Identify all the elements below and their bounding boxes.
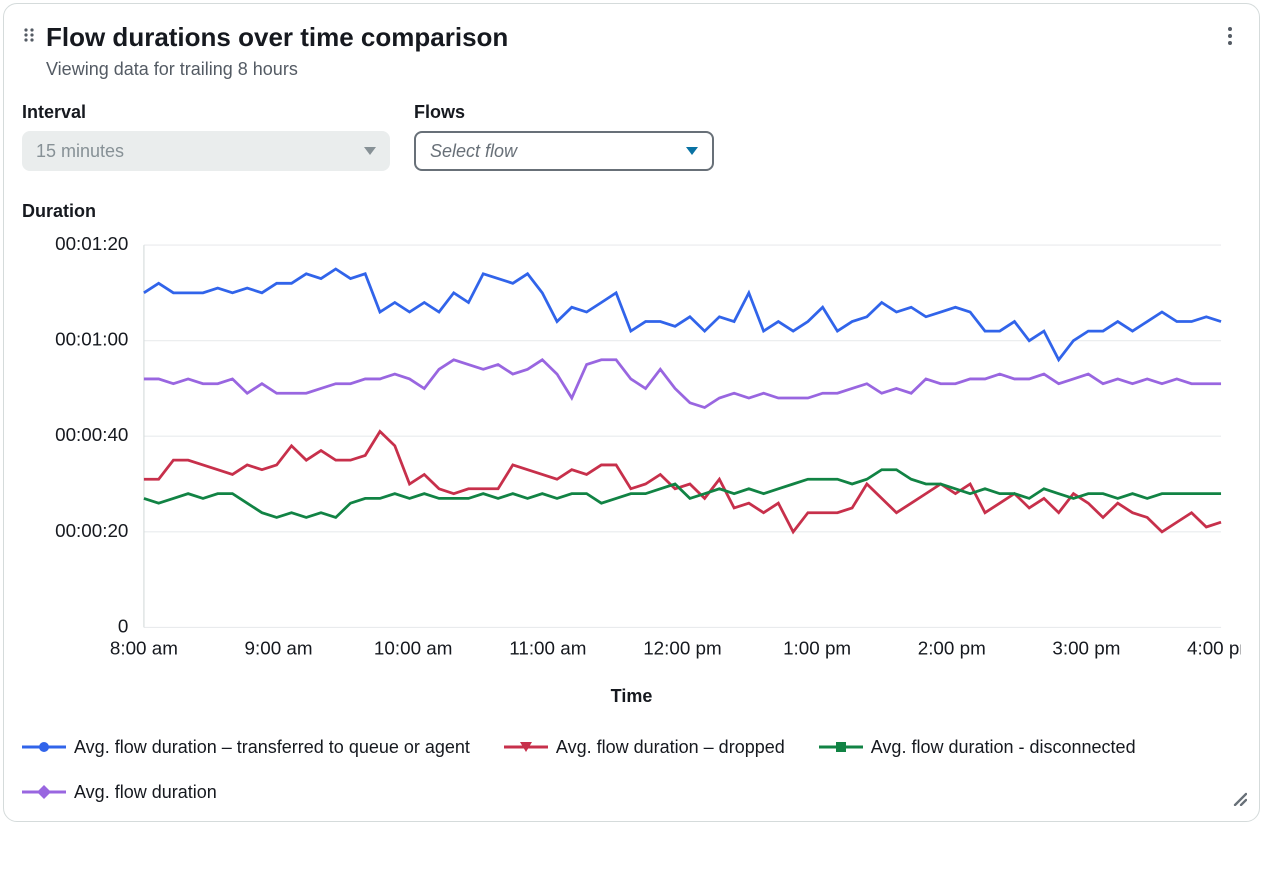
x-axis-title: Time [22, 686, 1241, 707]
svg-text:10:00 am: 10:00 am [374, 637, 453, 658]
legend-label: Avg. flow duration – transferred to queu… [74, 737, 470, 758]
circle-marker-icon [22, 739, 66, 755]
triangle-down-marker-icon [504, 739, 548, 755]
svg-text:00:01:20: 00:01:20 [55, 234, 128, 254]
flows-select[interactable]: Select flow [414, 131, 714, 171]
controls-row: Interval 15 minutes Flows Select flow [22, 102, 1241, 171]
svg-text:1:00 pm: 1:00 pm [783, 637, 851, 658]
flows-label: Flows [414, 102, 714, 123]
interval-label: Interval [22, 102, 390, 123]
svg-text:9:00 am: 9:00 am [245, 637, 313, 658]
chart-panel: Flow durations over time comparison View… [3, 3, 1260, 822]
overflow-menu-button[interactable] [1227, 26, 1233, 51]
svg-text:2:00 pm: 2:00 pm [918, 637, 986, 658]
svg-text:00:00:40: 00:00:40 [55, 424, 128, 445]
svg-text:4:00 pm: 4:00 pm [1187, 637, 1241, 658]
panel-header: Flow durations over time comparison View… [22, 22, 1241, 80]
panel-subtitle: Viewing data for trailing 8 hours [46, 59, 508, 80]
svg-text:0: 0 [118, 616, 128, 637]
legend: Avg. flow duration – transferred to queu… [22, 737, 1241, 803]
y-axis-title: Duration [22, 201, 1241, 222]
flows-placeholder: Select flow [430, 141, 517, 162]
line-chart: 0 00:00:20 00:00:40 00:01:00 00:01:20 8:00 am… [22, 234, 1241, 672]
legend-item-disconnected[interactable]: Avg. flow duration - disconnected [819, 737, 1136, 758]
chart-area: 0 00:00:20 00:00:40 00:01:00 00:01:20 8:00 am… [22, 234, 1241, 672]
svg-text:11:00 am: 11:00 am [509, 637, 586, 658]
diamond-marker-icon [22, 784, 66, 800]
svg-text:12:00 pm: 12:00 pm [643, 637, 722, 658]
svg-text:00:00:20: 00:00:20 [55, 520, 128, 541]
legend-label: Avg. flow duration [74, 782, 217, 803]
interval-value: 15 minutes [36, 141, 124, 162]
svg-text:3:00 pm: 3:00 pm [1052, 637, 1120, 658]
resize-handle-icon[interactable] [1231, 790, 1247, 811]
square-marker-icon [819, 739, 863, 755]
interval-select[interactable]: 15 minutes [22, 131, 390, 171]
chevron-down-icon [686, 147, 698, 155]
legend-label: Avg. flow duration - disconnected [871, 737, 1136, 758]
legend-item-avg[interactable]: Avg. flow duration [22, 782, 217, 803]
legend-item-dropped[interactable]: Avg. flow duration – dropped [504, 737, 785, 758]
svg-text:8:00 am: 8:00 am [110, 637, 178, 658]
legend-item-transferred[interactable]: Avg. flow duration – transferred to queu… [22, 737, 470, 758]
panel-title: Flow durations over time comparison [46, 22, 508, 53]
legend-label: Avg. flow duration – dropped [556, 737, 785, 758]
flows-field: Flows Select flow [414, 102, 714, 171]
svg-text:00:01:00: 00:01:00 [55, 329, 128, 350]
interval-field: Interval 15 minutes [22, 102, 390, 171]
chevron-down-icon [364, 147, 376, 155]
drag-handle-icon[interactable] [22, 28, 38, 44]
